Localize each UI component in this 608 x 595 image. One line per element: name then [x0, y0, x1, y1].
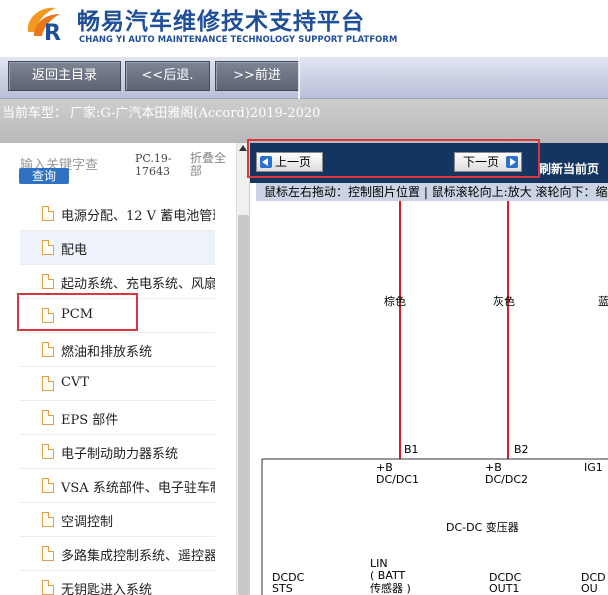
wire-1-function: DC/DC1 [376, 473, 419, 486]
arrow-right-icon [506, 156, 518, 168]
brand-title: 畅易汽车维修技术支持平台 [77, 9, 365, 35]
bottom-label-4-line2: OU [581, 582, 598, 595]
current-car-label: 当前车型： [2, 106, 68, 121]
wire-2-color-label: 灰色 [493, 294, 515, 308]
main-toolbar: 返回主目录 <<后退. >>前进 [0, 57, 608, 99]
wiring-diagram[interactable]: 棕色 灰色 蓝 B1 B2 +B DC/DC1 +B DC/DC2 IG1 DC… [256, 201, 608, 595]
tree-item-label: 电子制动助力器系统 [61, 447, 179, 462]
document-icon [42, 308, 54, 323]
bottom-label-2-line3: 传感器 ) [370, 582, 411, 595]
wire-3-terminal: IG1 [584, 461, 603, 474]
tree-item-starting-charging[interactable]: 起动系统、充电系统、风扇控制 [20, 265, 215, 299]
document-icon [42, 444, 54, 459]
document-icon [42, 376, 54, 391]
svg-text:R: R [44, 21, 61, 44]
tree-item-brake-booster[interactable]: 电子制动助力器系统 [20, 435, 215, 469]
home-button[interactable]: 返回主目录 [8, 61, 121, 91]
wiring-diagram-canvas: 棕色 灰色 蓝 B1 B2 +B DC/DC1 +B DC/DC2 IG1 DC… [261, 201, 608, 595]
tree-item-label: 多路集成控制系统、遥控器/电 [61, 549, 215, 564]
toolbar-divider [298, 57, 300, 99]
document-icon [42, 410, 54, 425]
tree-item-label: CVT [61, 375, 90, 390]
tree-item-vsa-parking-brake[interactable]: VSA 系统部件、电子驻车制动 [20, 469, 215, 503]
tree-item-pcm[interactable]: PCM [20, 299, 215, 333]
next-page-button[interactable]: 下一页 [454, 152, 522, 172]
refresh-page-link[interactable]: 刷新当前页 [539, 160, 599, 177]
forward-button[interactable]: >>前进 [215, 61, 299, 91]
tree-item-label: EPS 部件 [61, 413, 119, 428]
collapse-all-button[interactable]: 折叠全部 [190, 152, 232, 178]
wire-2-function: DC/DC2 [485, 473, 528, 486]
document-icon [42, 274, 54, 289]
wire-1-pin: B1 [404, 443, 419, 456]
document-icon [42, 580, 54, 595]
site-header: R 畅易汽车维修技术支持平台 CHANG YI AUTO MAINTENANCE… [0, 0, 608, 57]
brand-subtitle: CHANG YI AUTO MAINTENANCE TECHNOLOGY SUP… [79, 34, 398, 44]
scroll-thumb[interactable] [238, 215, 249, 595]
scroll-up-arrow-icon[interactable] [239, 145, 247, 151]
current-car-value: 厂家:G-广汽本田雅阁(Accord)2019-2020 [70, 106, 321, 121]
bottom-label-1-line2: STS [272, 582, 293, 595]
tree-item-label: 燃油和排放系统 [61, 345, 153, 360]
tree-item-fuel-emission[interactable]: 燃油和排放系统 [20, 333, 215, 367]
tree-item-label: 配电 [61, 243, 88, 258]
tree-item-cvt[interactable]: CVT [20, 367, 215, 401]
back-button[interactable]: <<后退. [125, 61, 210, 91]
tree-item-eps[interactable]: EPS 部件 [20, 401, 215, 435]
tree-item-label: 空调控制 [61, 515, 114, 530]
viewer-nav-bar: 上一页 下一页 刷新当前页 [250, 143, 608, 183]
tree-item-label: 起动系统、充电系统、风扇控制 [61, 277, 215, 292]
tree-item-label: 无钥匙进入系统 [61, 583, 153, 595]
next-page-label: 下一页 [463, 155, 500, 169]
prev-page-label: 上一页 [275, 155, 312, 169]
tree-item-climate-control[interactable]: 空调控制 [20, 503, 215, 537]
wire-3-color-label: 蓝 [598, 295, 608, 308]
component-name: DC-DC 变压器 [446, 520, 519, 534]
tree-item-multiplex-control[interactable]: 多路集成控制系统、遥控器/电 [20, 537, 215, 571]
wire-2-pin: B2 [514, 443, 529, 456]
current-car-bar: 当前车型： 厂家:G-广汽本田雅阁(Accord)2019-2020 [0, 99, 608, 143]
bottom-label-2-line2: ( BATT [370, 569, 406, 582]
bottom-label-3-line2: OUT1 [489, 582, 519, 595]
search-button[interactable]: 查询 [19, 168, 69, 184]
tree-item-label: PCM [61, 307, 94, 322]
dc-dc-converter-box [261, 458, 608, 595]
catalog-scrollbar[interactable] [236, 143, 249, 595]
prev-page-button[interactable]: 上一页 [256, 152, 323, 172]
tree-item-keyless-entry[interactable]: 无钥匙进入系统 [20, 571, 215, 595]
catalog-panel: 输入关键字查 查询 PC.19- 17643 折叠全部 电源分配、12 V 蓄电… [0, 143, 250, 595]
document-icon [42, 206, 54, 221]
tree-item-power-distribution[interactable]: 配电 [20, 231, 215, 265]
catalog-tree: 电源分配、12 V 蓄电池管理系统 配电 起动系统、充电系统、风扇控制 PCM … [20, 197, 235, 595]
document-icon [42, 512, 54, 527]
chang-yi-logo: R [27, 7, 61, 44]
document-icon [42, 342, 54, 357]
document-icon [42, 240, 54, 255]
document-code: PC.19- 17643 [135, 152, 172, 178]
tree-item-power-distribution-battery[interactable]: 电源分配、12 V 蓄电池管理系统 [20, 197, 215, 231]
arrow-left-icon [260, 156, 272, 168]
diagram-viewer: 上一页 下一页 刷新当前页 鼠标左右拖动：控制图片位置 | 鼠标滚轮向上:放大 … [250, 143, 608, 595]
tree-item-label: VSA 系统部件、电子驻车制动 [61, 481, 215, 496]
viewer-hint: 鼠标左右拖动：控制图片位置 | 鼠标滚轮向上:放大 滚轮向下：缩小 [256, 183, 608, 201]
tree-item-label: 电源分配、12 V 蓄电池管理系统 [61, 209, 215, 224]
document-icon [42, 478, 54, 493]
document-icon [42, 546, 54, 561]
wire-1-color-label: 棕色 [384, 294, 406, 308]
